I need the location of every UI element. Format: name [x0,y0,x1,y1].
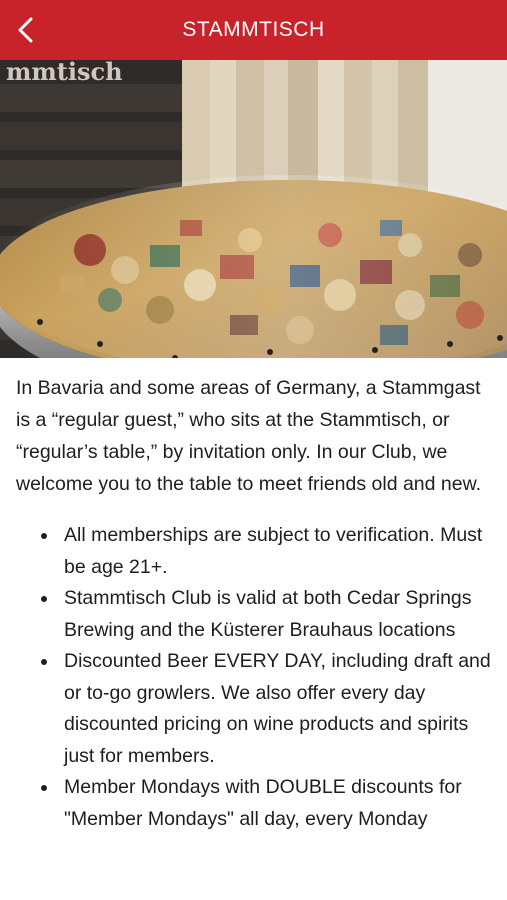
list-item: All memberships are subject to verificat… [16,520,491,583]
hero-image: mmtisch [0,60,507,358]
app-screen: STAMMTISCH mmtisch In Bavaria and some a… [0,0,507,900]
benefits-list: All memberships are subject to verificat… [16,520,491,835]
bullet-icon [41,785,47,791]
bullet-icon [41,596,47,602]
list-item-text: Member Mondays with DOUBLE discounts for… [64,776,462,830]
list-item-text: All memberships are subject to verificat… [64,524,483,578]
list-item-text: Stammtisch Club is valid at both Cedar S… [64,587,472,641]
chevron-left-icon [18,17,33,43]
page-title: STAMMTISCH [182,18,325,41]
list-item-text: Discounted Beer EVERY DAY, including dra… [64,650,491,767]
top-nav-bar: STAMMTISCH [0,0,507,60]
bullet-icon [41,659,47,665]
content-body: In Bavaria and some areas of Germany, a … [0,358,507,835]
svg-text:mmtisch: mmtisch [6,60,123,86]
list-item: Member Mondays with DOUBLE discounts for… [16,772,491,835]
list-item: Stammtisch Club is valid at both Cedar S… [16,583,491,646]
bullet-icon [41,533,47,539]
list-item: Discounted Beer EVERY DAY, including dra… [16,646,491,772]
intro-paragraph: In Bavaria and some areas of Germany, a … [16,377,482,495]
back-button[interactable] [6,10,46,50]
